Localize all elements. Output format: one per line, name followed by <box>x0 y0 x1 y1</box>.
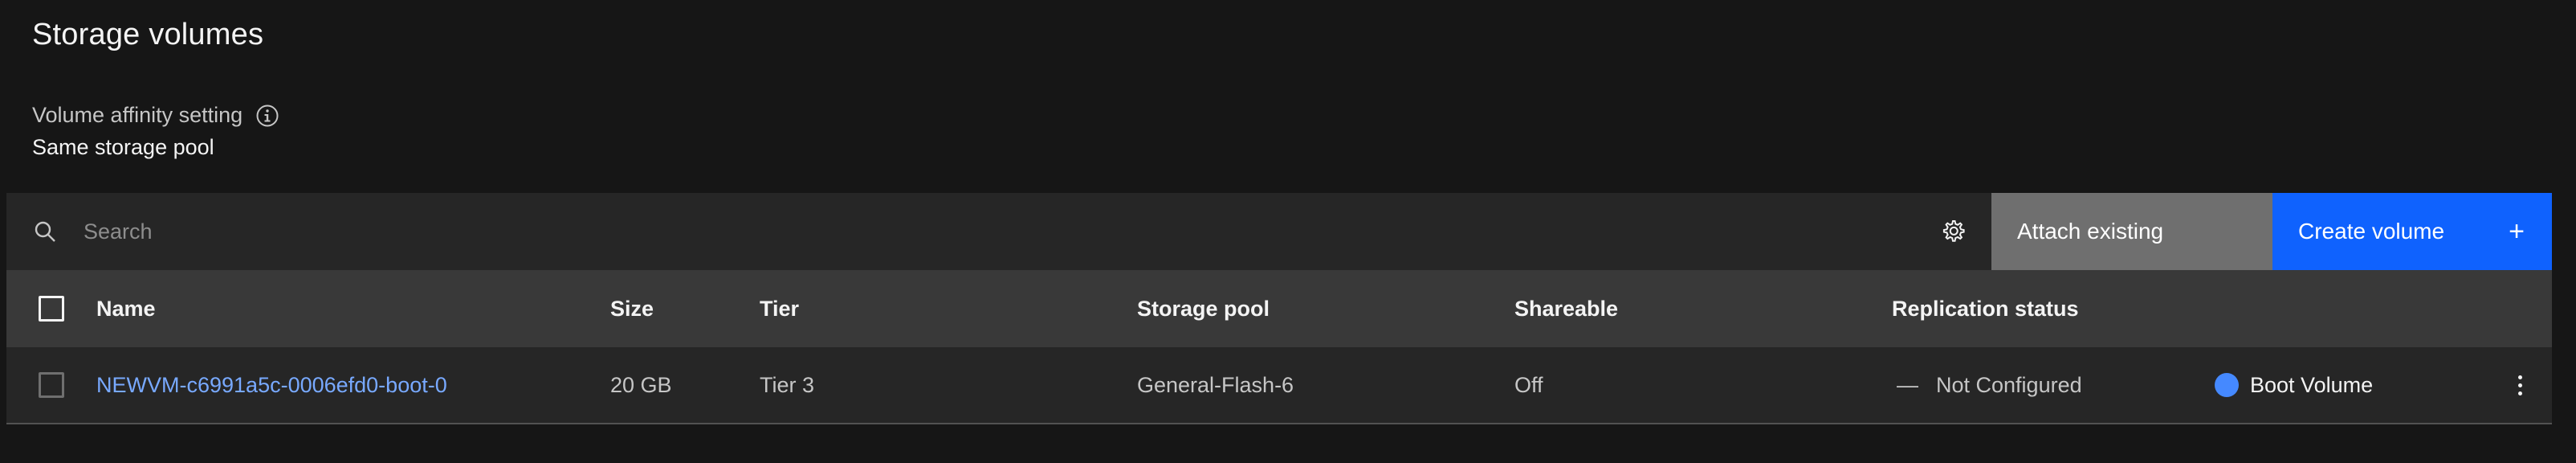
attach-existing-label: Attach existing <box>2017 219 2164 244</box>
volumes-table: Attach existing Create volume + Name Siz… <box>6 193 2552 424</box>
select-all-checkbox[interactable] <box>39 296 64 322</box>
volume-shareable: Off <box>1514 372 1543 397</box>
attach-existing-button[interactable]: Attach existing <box>1991 193 2272 270</box>
table-settings-button[interactable] <box>1914 193 1991 270</box>
table-row: NEWVM-c6991a5c-0006efd0-boot-0 20 GB Tie… <box>6 347 2552 424</box>
column-header-shareable[interactable]: Shareable <box>1514 270 1892 347</box>
create-volume-label: Create volume <box>2298 219 2445 244</box>
storage-volumes-panel: Storage volumes Volume affinity setting … <box>0 0 2576 463</box>
search-bar <box>6 193 1914 270</box>
column-header-name[interactable]: Name <box>96 270 610 347</box>
affinity-setting-label-text: Volume affinity setting <box>32 103 243 127</box>
volume-name-link[interactable]: NEWVM-c6991a5c-0006efd0-boot-0 <box>96 373 447 398</box>
boot-volume-tag: Boot Volume <box>2215 347 2488 423</box>
boot-volume-dot-icon <box>2215 373 2239 397</box>
table-header-row: Name Size Tier Storage pool Shareable Re… <box>6 270 2552 347</box>
volume-tier: Tier 3 <box>760 372 815 397</box>
column-header-tier[interactable]: Tier <box>760 270 1137 347</box>
search-icon <box>35 221 55 242</box>
boot-volume-label: Boot Volume <box>2250 372 2374 397</box>
gear-icon <box>1942 220 1965 242</box>
page-title: Storage volumes <box>32 18 264 51</box>
search-input[interactable] <box>84 193 1914 270</box>
affinity-setting-label: Volume affinity setting <box>32 103 279 128</box>
column-header-replication-status[interactable]: Replication status <box>1892 270 2215 347</box>
affinity-setting-value: Same storage pool <box>32 135 214 159</box>
replication-status-dash-icon: — <box>1897 372 1918 397</box>
overflow-menu-icon[interactable] <box>2512 369 2529 402</box>
volume-storage-pool: General-Flash-6 <box>1137 372 1294 397</box>
column-header-size[interactable]: Size <box>610 270 760 347</box>
volume-size: 20 GB <box>610 372 672 397</box>
create-volume-button[interactable]: Create volume + <box>2272 193 2552 270</box>
info-icon[interactable] <box>255 104 279 128</box>
plus-icon: + <box>2509 216 2525 247</box>
replication-status-text: Not Configured <box>1936 372 2082 397</box>
row-select-checkbox[interactable] <box>39 372 64 398</box>
column-header-storage-pool[interactable]: Storage pool <box>1137 270 1514 347</box>
volume-replication-status: — Not Configured <box>1892 347 2215 423</box>
table-toolbar: Attach existing Create volume + <box>6 193 2552 270</box>
